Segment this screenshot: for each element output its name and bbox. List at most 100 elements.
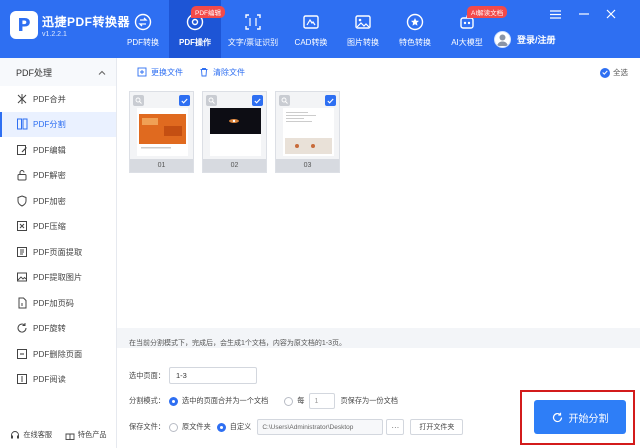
replace-file-button[interactable]: 更换文件 bbox=[137, 67, 183, 78]
avatar bbox=[494, 31, 511, 48]
sidebar-item-compress[interactable]: PDF压缩 bbox=[0, 214, 116, 240]
mode-every-prefix: 每 bbox=[297, 396, 305, 405]
menu-icon[interactable] bbox=[548, 7, 562, 21]
nav-label: 图片转换 bbox=[347, 38, 379, 47]
nav-badge-ai: AI解读文档 bbox=[467, 6, 508, 18]
save-original-label: 原文件夹 bbox=[182, 422, 211, 431]
mode-every-n-pages-radio[interactable]: 每 1 页保存为一份文档 bbox=[284, 393, 398, 409]
page-preview bbox=[137, 108, 188, 156]
clear-file-button[interactable]: 清除文件 bbox=[199, 67, 245, 78]
gift-icon bbox=[65, 433, 75, 440]
nav-ai-model[interactable]: AI解读文档 AI大模型 bbox=[441, 0, 508, 58]
mode-merge-selected-radio[interactable]: 选中的页面合并为一个文档 bbox=[169, 396, 268, 406]
save-custom-radio[interactable]: 自定义 bbox=[216, 422, 251, 432]
zoom-icon[interactable] bbox=[206, 95, 217, 106]
page-number-label: 02 bbox=[203, 159, 266, 172]
nav-cad-convert[interactable]: CAD转换 bbox=[285, 0, 337, 58]
sidebar-item-label: PDF页面提取 bbox=[33, 247, 83, 257]
page-thumbnail[interactable]: 03 bbox=[275, 91, 340, 173]
start-split-button[interactable]: 开始分割 bbox=[534, 400, 626, 434]
sidebar-item-read[interactable]: PDF阅读 bbox=[0, 367, 116, 393]
zoom-icon[interactable] bbox=[279, 95, 290, 106]
check-icon bbox=[600, 67, 610, 78]
sidebar-header-label: PDF处理 bbox=[16, 67, 53, 78]
sidebar-item-label: PDF解密 bbox=[33, 171, 66, 181]
nav-ocr[interactable]: 文字/票证识别 bbox=[221, 0, 285, 58]
rotate-icon bbox=[17, 323, 27, 333]
headset-icon bbox=[11, 431, 20, 439]
sidebar-item-label: PDF旋转 bbox=[33, 324, 66, 334]
zoom-icon[interactable] bbox=[133, 95, 144, 106]
chevron-up-icon bbox=[98, 70, 106, 75]
sidebar-item-extract-page[interactable]: PDF页面提取 bbox=[0, 239, 116, 265]
file-toolbar: 更换文件 清除文件 bbox=[117, 58, 640, 86]
edit-icon bbox=[17, 144, 27, 155]
scan-icon bbox=[245, 14, 261, 30]
sidebar-header[interactable]: PDF处理 bbox=[0, 58, 116, 86]
nav-label: 特色转换 bbox=[399, 38, 431, 47]
select-all-toggle[interactable]: 全选 bbox=[600, 67, 628, 78]
page-number-label: 01 bbox=[130, 159, 193, 172]
page-thumbnail[interactable]: 02 bbox=[202, 91, 267, 173]
open-folder-button[interactable]: 打开文件夹 bbox=[410, 419, 464, 435]
sidebar-item-edit[interactable]: PDF编辑 bbox=[0, 137, 116, 163]
main-panel: 更换文件 清除文件 全选 01 02 03 在当前分割模式下，完成后，会生成1个… bbox=[117, 58, 640, 448]
page-thumbnail[interactable]: 01 bbox=[129, 91, 194, 173]
online-service-button[interactable]: 在线客服 bbox=[10, 430, 52, 440]
login-register-link[interactable]: 登录/注册 bbox=[517, 33, 556, 46]
pages-per-document-input[interactable]: 1 bbox=[309, 393, 336, 409]
sidebar-item-extract-image[interactable]: PDF提取图片 bbox=[0, 265, 116, 291]
nav-label: AI大模型 bbox=[451, 38, 483, 47]
sidebar-item-label: PDF删除页面 bbox=[33, 349, 83, 359]
save-path-input[interactable]: C:\Users\Administrator\Desktop bbox=[257, 419, 384, 435]
nav-featured-convert[interactable]: 特色转换 bbox=[389, 0, 441, 58]
radio-unchecked-icon bbox=[169, 422, 178, 432]
nav-pdf-operation[interactable]: PDF编辑 PDF操作 bbox=[169, 0, 225, 58]
sidebar-item-page-number[interactable]: PDF加页码 bbox=[0, 290, 116, 316]
sidebar-item-merge[interactable]: PDF合并 bbox=[0, 86, 116, 112]
split-mode-row: 分割模式： 选中的页面合并为一个文档 每 1 页保存为一份文档 bbox=[129, 393, 414, 409]
page-checkbox[interactable] bbox=[325, 95, 336, 106]
minimize-icon[interactable] bbox=[577, 7, 591, 21]
sidebar-item-label: PDF合并 bbox=[33, 94, 66, 104]
star-icon bbox=[406, 13, 424, 31]
save-location-row: 保存文件： 原文件夹 自定义 C:\Users\Administrator\De… bbox=[129, 419, 464, 435]
radio-checked-icon bbox=[169, 396, 178, 406]
featured-products-button[interactable]: 特色产品 bbox=[65, 430, 107, 440]
page-number-icon bbox=[18, 297, 27, 309]
sidebar-item-label: PDF编辑 bbox=[33, 145, 66, 155]
sidebar-item-rotate[interactable]: PDF旋转 bbox=[0, 316, 116, 342]
main-nav: PDF转换 PDF编辑 PDF操作 文字/票证识别 CAD转换 图片转换 特色转… bbox=[117, 0, 508, 58]
save-original-folder-radio[interactable]: 原文件夹 bbox=[169, 422, 211, 432]
split-icon bbox=[17, 118, 28, 130]
start-button-highlight: 开始分割 bbox=[520, 390, 635, 445]
nav-label: 文字/票证识别 bbox=[227, 38, 279, 47]
image-icon bbox=[17, 272, 27, 282]
nav-image-convert[interactable]: 图片转换 bbox=[337, 0, 389, 58]
sidebar-list: PDF合并 PDF分割 PDF编辑 PDF解密 PDF加密 PDF压缩 PDF页… bbox=[0, 86, 116, 392]
sidebar-footer: 在线客服 特色产品 bbox=[0, 422, 117, 448]
online-service-label: 在线客服 bbox=[23, 430, 53, 439]
sidebar-item-label: PDF提取图片 bbox=[33, 273, 83, 283]
sidebar-item-unlock[interactable]: PDF解密 bbox=[0, 163, 116, 189]
selected-pages-row: 选中页面： 1-3 bbox=[129, 367, 257, 384]
refresh-icon bbox=[552, 412, 562, 422]
nav-label: CAD转换 bbox=[294, 38, 328, 47]
browse-folder-button[interactable]: ··· bbox=[386, 419, 405, 435]
save-file-label: 保存文件： bbox=[129, 422, 165, 431]
nav-pdf-convert[interactable]: PDF转换 bbox=[117, 0, 169, 58]
sidebar-item-split[interactable]: PDF分割 bbox=[0, 111, 116, 137]
sidebar-item-label: PDF阅读 bbox=[33, 375, 66, 385]
sidebar-item-encrypt[interactable]: PDF加密 bbox=[0, 188, 116, 214]
nav-label: PDF操作 bbox=[179, 38, 211, 47]
sidebar-item-delete-page[interactable]: PDF删除页面 bbox=[0, 341, 116, 367]
page-preview bbox=[283, 108, 334, 156]
selected-pages-input[interactable]: 1-3 bbox=[169, 367, 257, 384]
close-icon[interactable] bbox=[604, 7, 618, 21]
user-login[interactable]: 登录/注册 bbox=[494, 31, 556, 48]
shield-icon bbox=[17, 195, 27, 207]
sidebar-item-label: PDF分割 bbox=[33, 120, 66, 130]
page-checkbox[interactable] bbox=[252, 95, 263, 106]
sidebar: PDF处理 PDF合并 PDF分割 PDF编辑 PDF解密 PDF加密 PDF压… bbox=[0, 58, 117, 448]
page-checkbox[interactable] bbox=[179, 95, 190, 106]
